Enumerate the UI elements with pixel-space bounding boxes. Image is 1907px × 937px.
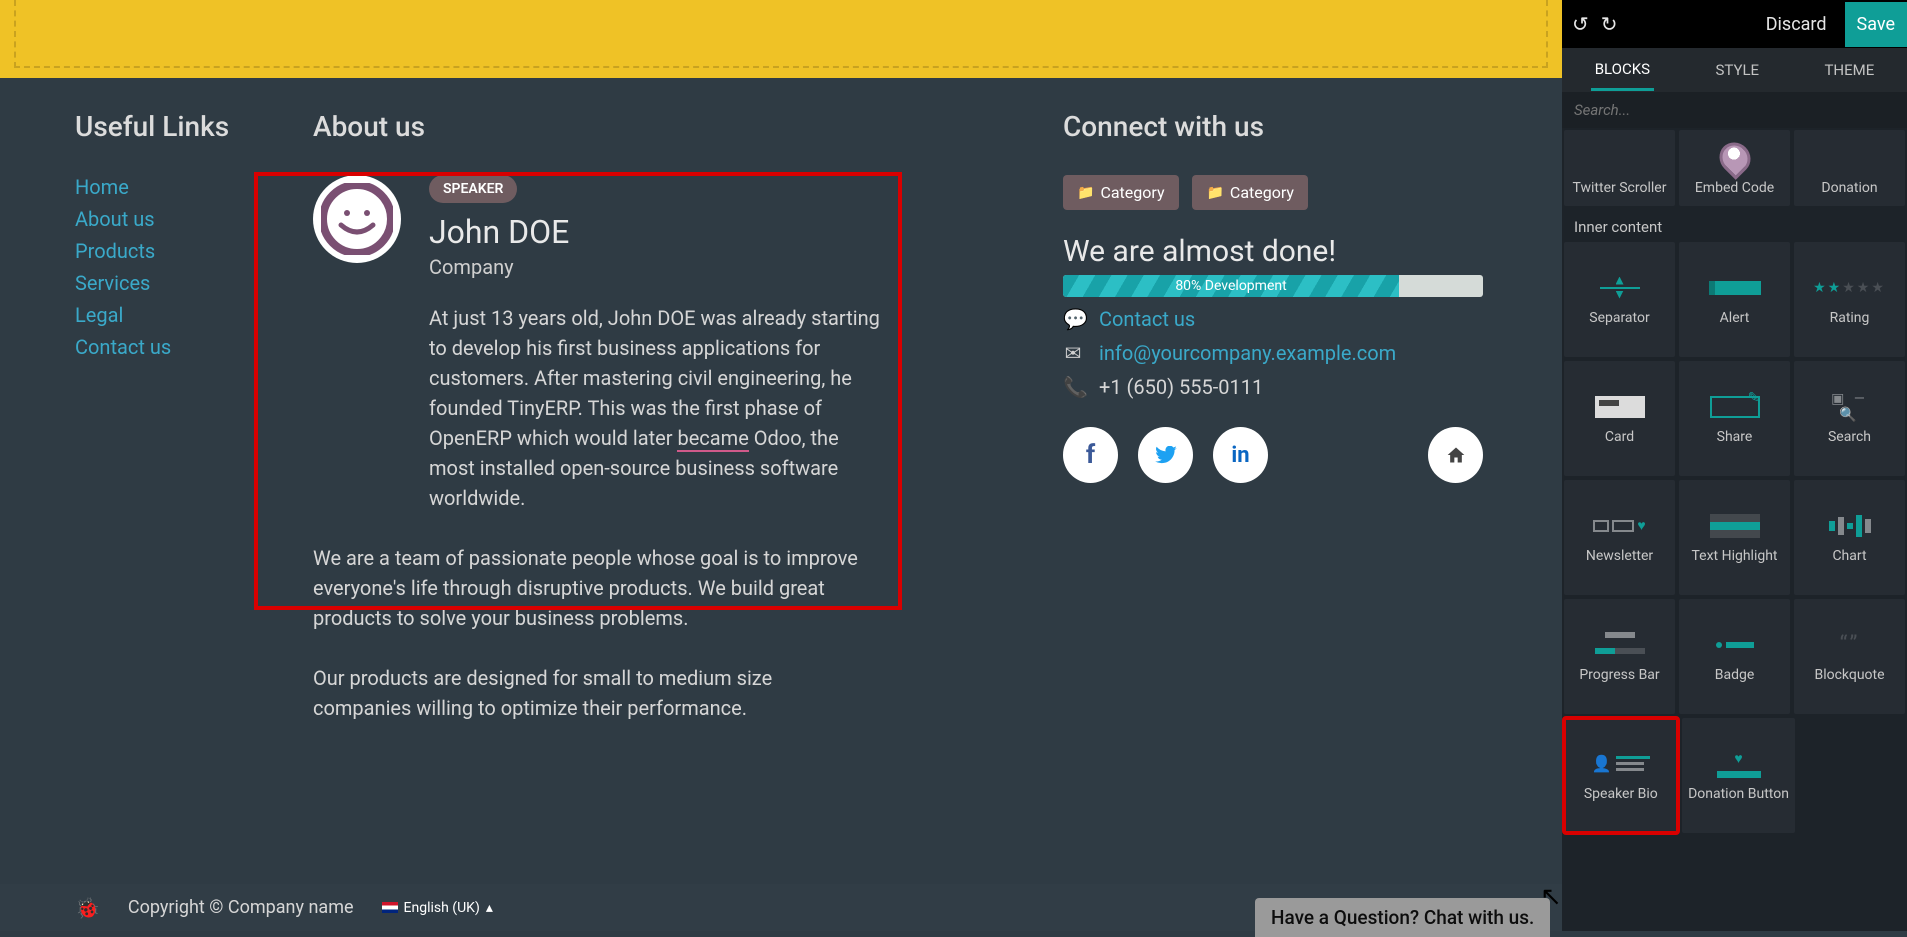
droplet-icon — [1713, 136, 1757, 180]
progress-fill: 80% Development — [1063, 275, 1399, 297]
connect-title: Connect with us — [1063, 110, 1483, 143]
blocks-panel: Twitter Scroller Embed Code Donation Inn… — [1562, 128, 1907, 931]
category-2-label: Category — [1230, 183, 1294, 202]
block-search[interactable] — [1562, 92, 1907, 128]
connect-column: Connect with us 📁 Category 📁 Category We a… — [1063, 110, 1483, 483]
inner-content-label: Inner content — [1562, 208, 1907, 240]
block-text-highlight[interactable]: Text Highlight — [1679, 480, 1790, 595]
language-switcher[interactable]: English (UK) ▴ — [382, 900, 493, 916]
contact-us-link[interactable]: Contact us — [1099, 307, 1195, 331]
block-separator[interactable]: Separator — [1564, 242, 1675, 357]
folder-icon: 📁 — [1077, 185, 1094, 201]
block-share[interactable]: Share — [1679, 361, 1790, 476]
hero-dropzone[interactable] — [0, 0, 1562, 78]
highlight-speaker-bio — [254, 172, 902, 610]
block-label: Share — [1717, 429, 1753, 445]
undo-button[interactable]: ↺ — [1572, 12, 1589, 36]
category-button-2[interactable]: 📁 Category — [1192, 175, 1308, 210]
block-donation[interactable]: Donation — [1794, 130, 1905, 206]
block-label: Rating — [1830, 310, 1870, 326]
progress-headline[interactable]: We are almost done! — [1063, 234, 1483, 269]
block-label: Blockquote — [1814, 667, 1884, 683]
progress-bar: 80% Development — [1063, 275, 1483, 297]
contact-phone: +1 (650) 555-0111 — [1099, 375, 1263, 399]
about-us-title: About us — [313, 110, 943, 143]
block-label: Badge — [1715, 667, 1755, 683]
block-label: Embed Code — [1695, 180, 1774, 196]
block-embed-code[interactable]: Embed Code — [1679, 130, 1790, 206]
editor-sidebar: ↺ ↻ Discard Save BLOCKS STYLE THEME Twit… — [1562, 0, 1907, 931]
sidebar-tabs: BLOCKS STYLE THEME — [1562, 48, 1907, 92]
tab-style[interactable]: STYLE — [1711, 51, 1763, 89]
block-twitter-scroller[interactable]: Twitter Scroller — [1564, 130, 1675, 206]
block-label: Card — [1605, 429, 1634, 445]
copyright-text: Copyright © Company name — [128, 897, 354, 918]
block-empty-slot — [1799, 718, 1905, 833]
block-label: Newsletter — [1586, 548, 1653, 564]
category-button-1[interactable]: 📁 Category — [1063, 175, 1179, 210]
useful-links-title: Useful Links — [75, 110, 313, 143]
block-search-input[interactable] — [1574, 101, 1895, 119]
block-label: Twitter Scroller — [1573, 180, 1667, 196]
category-1-label: Category — [1100, 183, 1164, 202]
block-label: Alert — [1720, 310, 1750, 326]
block-label: Speaker Bio — [1584, 786, 1658, 802]
block-label: Donation — [1821, 180, 1877, 196]
contact-email[interactable]: info@yourcompany.example.com — [1099, 341, 1396, 365]
twitter-button[interactable] — [1138, 427, 1193, 483]
phone-icon: 📞 — [1063, 375, 1083, 399]
block-label: Chart — [1832, 548, 1866, 564]
redo-button[interactable]: ↻ — [1601, 12, 1618, 36]
flag-icon — [382, 902, 398, 913]
footer-section: Useful Links Home About us Products Serv… — [0, 110, 1562, 723]
block-label: Separator — [1589, 310, 1649, 326]
envelope-icon: ✉ — [1063, 341, 1083, 365]
sidebar-toolbar: ↺ ↻ Discard Save — [1562, 0, 1907, 48]
block-label: Text Highlight — [1691, 548, 1777, 564]
block-progress-bar[interactable]: Progress Bar — [1564, 599, 1675, 714]
livechat-button[interactable]: Have a Question? Chat with us. — [1255, 898, 1550, 937]
linkedin-button[interactable]: in — [1213, 427, 1268, 483]
block-search[interactable]: ▣ — 🔍Search — [1794, 361, 1905, 476]
chat-icon: 💬 — [1063, 307, 1083, 331]
block-label: Donation Button — [1688, 786, 1789, 802]
block-donation-button[interactable]: ♥Donation Button — [1682, 718, 1796, 833]
block-rating[interactable]: ★★★★★Rating — [1794, 242, 1905, 357]
block-blockquote[interactable]: “”Blockquote — [1794, 599, 1905, 714]
language-label: English (UK) — [404, 900, 480, 916]
block-newsletter[interactable]: ♥Newsletter — [1564, 480, 1675, 595]
block-badge[interactable]: Badge — [1679, 599, 1790, 714]
tab-theme[interactable]: THEME — [1820, 51, 1878, 89]
facebook-button[interactable]: f — [1063, 427, 1118, 483]
home-button[interactable] — [1428, 427, 1483, 483]
block-speaker-bio[interactable]: 👤Speaker Bio — [1564, 718, 1678, 833]
chevron-up-icon: ▴ — [486, 900, 493, 916]
block-label: Search — [1828, 429, 1871, 445]
folder-icon: 📁 — [1206, 185, 1223, 201]
block-card[interactable]: Card — [1564, 361, 1675, 476]
about-paragraph-2[interactable]: Our products are designed for small to m… — [313, 663, 873, 723]
tab-blocks[interactable]: BLOCKS — [1591, 50, 1654, 91]
block-label: Progress Bar — [1579, 667, 1659, 683]
discard-button[interactable]: Discard — [1766, 14, 1827, 35]
block-alert[interactable]: Alert — [1679, 242, 1790, 357]
block-chart[interactable]: Chart — [1794, 480, 1905, 595]
bug-icon[interactable]: 🐞 — [75, 896, 100, 920]
dropzone-outline — [14, 0, 1548, 68]
save-button[interactable]: Save — [1845, 2, 1907, 47]
